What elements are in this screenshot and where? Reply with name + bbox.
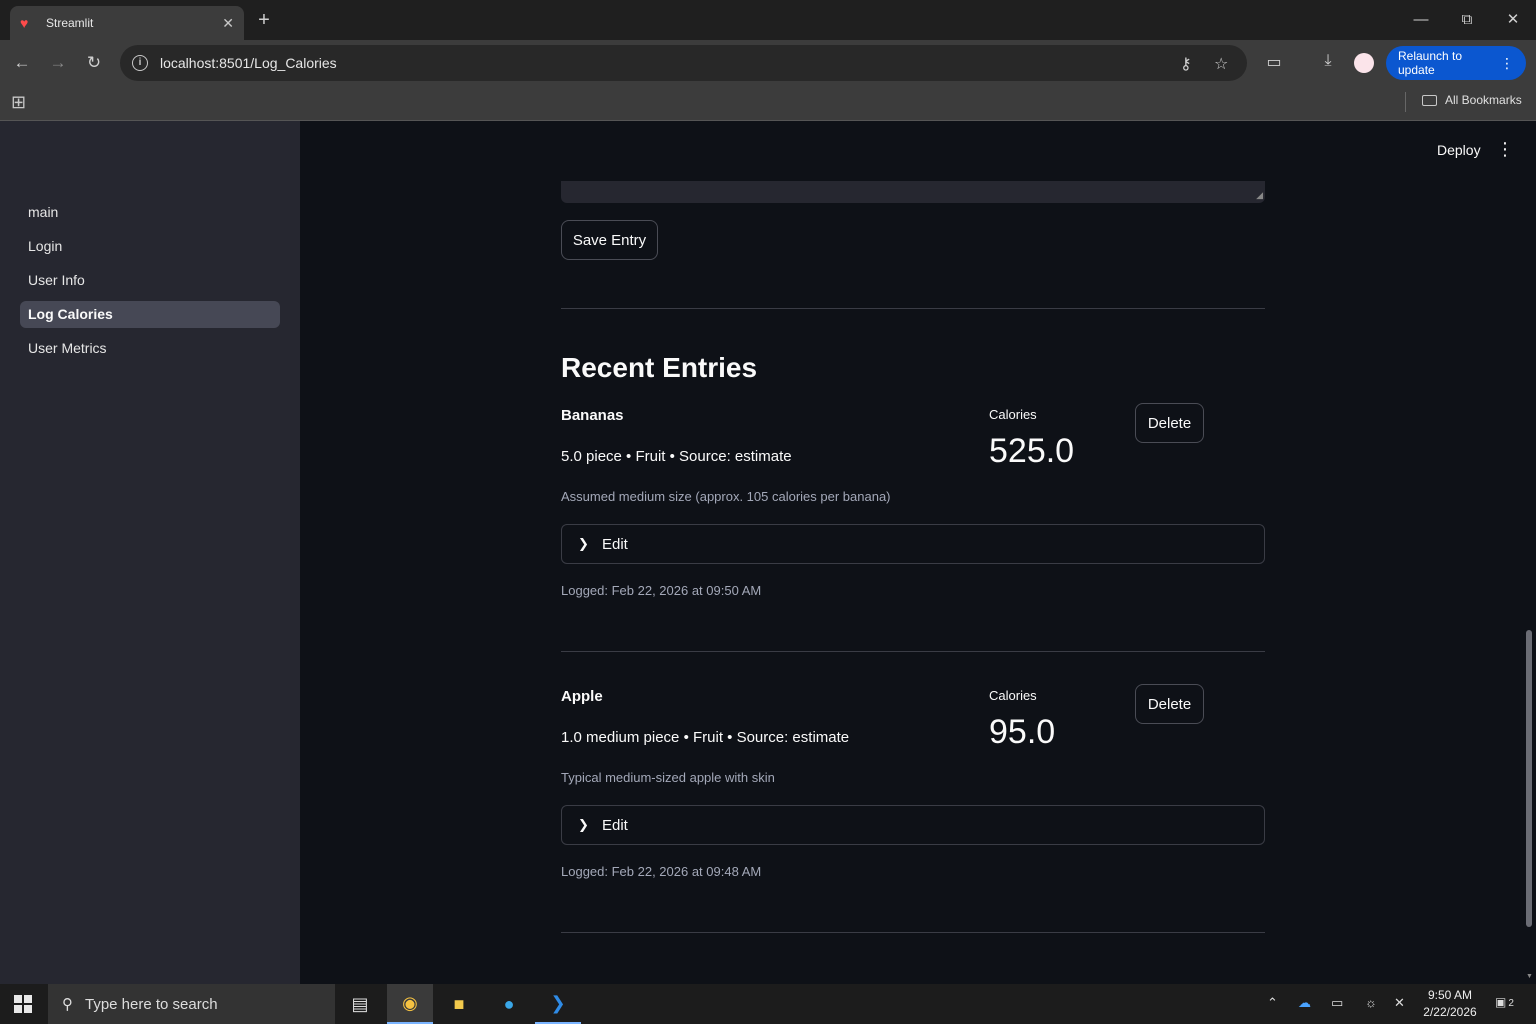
notifications-icon[interactable]: ▣ 2 xyxy=(1495,995,1514,1009)
battery-icon[interactable]: ▭ xyxy=(1331,995,1343,1011)
password-key-icon[interactable]: ⚷ xyxy=(1180,54,1192,74)
taskbar-search[interactable]: ⚲ Type here to search xyxy=(48,984,335,1024)
close-window-icon[interactable]: ✕ xyxy=(1502,9,1524,31)
notification-count: 2 xyxy=(1508,998,1514,1009)
divider xyxy=(561,932,1265,933)
cast-icon[interactable]: ▭ xyxy=(1263,52,1285,72)
entry-name: Apple xyxy=(561,688,603,705)
browser-tab[interactable]: ♥ Streamlit ✕ xyxy=(10,6,244,40)
delete-button[interactable]: Delete xyxy=(1135,403,1204,443)
back-icon[interactable]: ← xyxy=(11,52,33,74)
site-info-icon[interactable]: i xyxy=(132,55,148,71)
task-view-icon[interactable]: ▤ xyxy=(337,984,383,1024)
notes-textarea[interactable]: ◢ xyxy=(561,181,1265,203)
calories-label: Calories xyxy=(989,407,1037,422)
more-menu-icon[interactable]: ⋮ xyxy=(1500,55,1514,72)
download-icon[interactable]: ⤓ xyxy=(1317,52,1339,70)
file-explorer-icon[interactable]: ■ xyxy=(436,984,482,1024)
bookmarks-bar: ⊞ All Bookmarks xyxy=(0,86,1536,121)
vscode-icon[interactable]: ❯ xyxy=(535,984,581,1024)
volume-muted-icon[interactable]: ✕ xyxy=(1394,995,1405,1011)
search-icon: ⚲ xyxy=(62,996,73,1013)
bookmarks-divider xyxy=(1405,92,1406,112)
all-bookmarks-label: All Bookmarks xyxy=(1445,93,1522,107)
tab-title: Streamlit xyxy=(46,16,94,30)
entry-name: Bananas xyxy=(561,407,624,424)
main-menu-icon[interactable]: ⋮ xyxy=(1496,139,1514,160)
resize-grip-icon[interactable]: ◢ xyxy=(1256,190,1263,201)
taskbar: ⚲ Type here to search ▤ ◉ ■ ● ❯ ⌃ ☁ ▭ ☼ … xyxy=(0,984,1536,1024)
tray-overflow-icon[interactable]: ⌃ xyxy=(1267,995,1278,1011)
all-bookmarks-button[interactable]: All Bookmarks xyxy=(1422,93,1522,107)
save-entry-button[interactable]: Save Entry xyxy=(561,220,658,260)
edit-expander[interactable]: ❯ Edit xyxy=(561,805,1265,845)
chevron-right-icon: ❯ xyxy=(578,817,589,832)
reload-icon[interactable]: ↻ xyxy=(83,52,105,74)
minimize-icon[interactable]: — xyxy=(1410,9,1432,31)
profile-avatar[interactable] xyxy=(1354,53,1374,73)
sidebar-item-user-info[interactable]: User Info xyxy=(20,267,280,294)
edit-label: Edit xyxy=(602,535,628,553)
entry-meta: 1.0 medium piece • Fruit • Source: estim… xyxy=(561,729,850,746)
scroll-down-icon[interactable]: ▼ xyxy=(1526,973,1533,980)
calories-value: 95.0 xyxy=(989,713,1056,751)
divider xyxy=(561,651,1265,652)
main-content: Deploy ⋮ ◢ Save Entry Recent Entries Ban… xyxy=(300,121,1536,984)
windows-start-icon[interactable] xyxy=(14,995,32,1013)
edit-label: Edit xyxy=(602,816,628,834)
entry-logged: Logged: Feb 22, 2026 at 09:48 AM xyxy=(561,864,762,879)
network-icon[interactable]: ☼ xyxy=(1365,995,1377,1010)
address-bar[interactable]: i localhost:8501/Log_Calories ⚷ ☆ xyxy=(120,45,1247,81)
relaunch-label: Relaunch to update xyxy=(1398,49,1463,77)
system-clock[interactable]: 9:50 AM 2/22/2026 xyxy=(1416,987,1484,1021)
tab-close-icon[interactable]: ✕ xyxy=(222,15,234,32)
folder-icon xyxy=(1422,94,1437,106)
recent-entries-heading: Recent Entries xyxy=(561,352,758,383)
entry-meta: 5.0 piece • Fruit • Source: estimate xyxy=(561,448,792,465)
delete-button[interactable]: Delete xyxy=(1135,684,1204,724)
browser-toolbar: ← → ↻ i localhost:8501/Log_Calories ⚷ ☆ … xyxy=(0,40,1536,86)
sidebar-item-main[interactable]: main xyxy=(20,199,280,226)
deploy-button[interactable]: Deploy xyxy=(1437,142,1481,158)
sidebar-item-user-metrics[interactable]: User Metrics xyxy=(20,335,280,362)
calories-value: 525.0 xyxy=(989,432,1075,470)
chrome-icon[interactable]: ◉ xyxy=(387,984,433,1024)
divider xyxy=(561,308,1265,309)
entry-logged: Logged: Feb 22, 2026 at 09:50 AM xyxy=(561,583,762,598)
sidebar-item-log-calories[interactable]: Log Calories xyxy=(20,301,280,328)
edge-icon[interactable]: ● xyxy=(486,984,532,1024)
edit-expander[interactable]: ❯ Edit xyxy=(561,524,1265,564)
page-scrollbar[interactable] xyxy=(1526,630,1532,927)
restore-icon[interactable]: ⧉ xyxy=(1456,9,1478,31)
new-tab-icon[interactable]: + xyxy=(254,9,274,31)
url-text: localhost:8501/Log_Calories xyxy=(160,55,337,71)
bookmark-star-icon[interactable]: ☆ xyxy=(1214,54,1228,74)
clock-date: 2/22/2026 xyxy=(1423,1005,1477,1019)
clock-time: 9:50 AM xyxy=(1427,988,1473,1002)
streamlit-favicon-icon: ♥ xyxy=(20,15,29,31)
sidebar-item-login[interactable]: Login xyxy=(20,233,280,260)
browser-tab-bar: ♥ Streamlit ✕ + — ⧉ ✕ xyxy=(0,0,1536,40)
chevron-right-icon: ❯ xyxy=(578,536,589,551)
entry-note: Assumed medium size (approx. 105 calorie… xyxy=(561,489,891,504)
calories-label: Calories xyxy=(989,688,1037,703)
onedrive-icon[interactable]: ☁ xyxy=(1298,995,1311,1011)
search-placeholder: Type here to search xyxy=(85,995,218,1013)
apps-grid-icon[interactable]: ⊞ xyxy=(11,92,26,113)
entry-note: Typical medium-sized apple with skin xyxy=(561,770,775,785)
relaunch-button[interactable]: Relaunch to update ⋮ xyxy=(1386,46,1526,80)
sidebar: main Login User Info Log Calories User M… xyxy=(0,121,300,984)
forward-icon[interactable]: → xyxy=(47,52,69,74)
